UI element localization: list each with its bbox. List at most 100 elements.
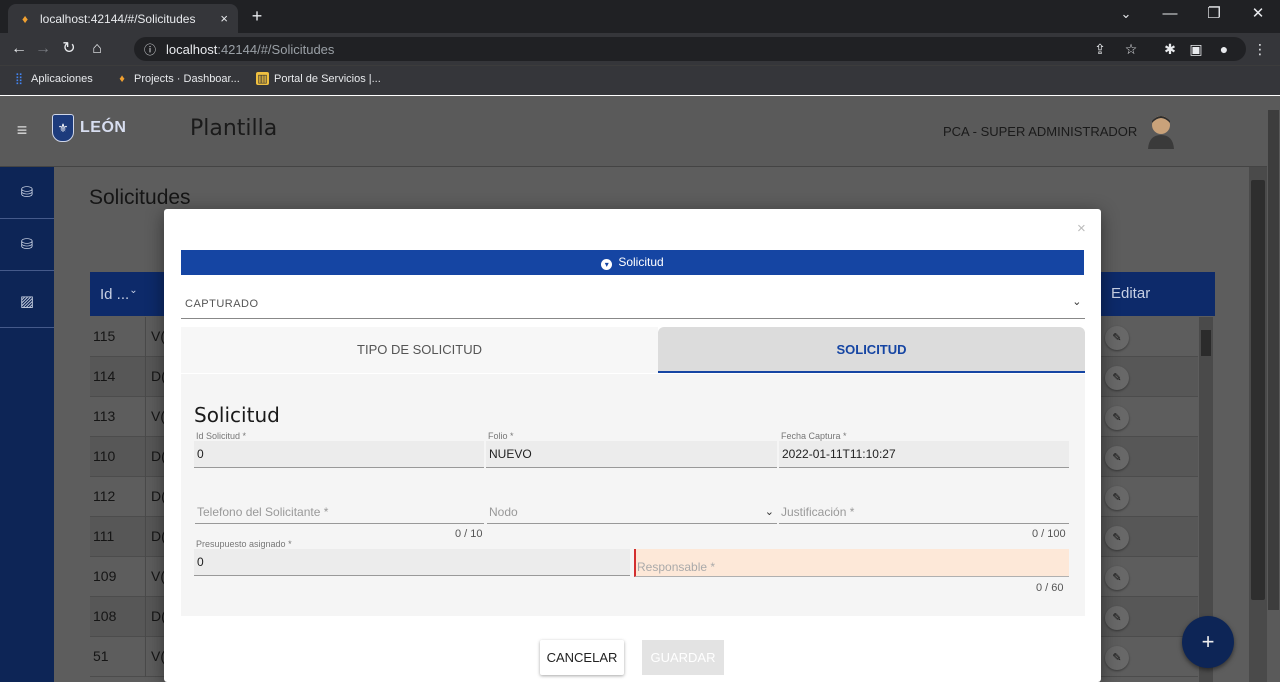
edit-pencil-icon[interactable]: ✎ (1105, 526, 1129, 550)
bookmark-portal[interactable]: ▥ Portal de Servicios |... (256, 72, 381, 85)
new-tab-button[interactable]: + (246, 5, 268, 27)
address-bar[interactable]: ⓘ localhost:42144/#/Solicitudes (134, 37, 1246, 61)
home-icon[interactable]: ⌂ (86, 38, 108, 60)
responsable-counter: 0 / 60 (1036, 582, 1064, 594)
modal-close-icon[interactable]: × (1077, 220, 1086, 237)
logo-text: LEÓN (80, 119, 127, 136)
edit-pencil-icon[interactable]: ✎ (1105, 446, 1129, 470)
status-select[interactable]: CAPTURADO ⌄ (181, 292, 1085, 319)
edit-pencil-icon[interactable]: ✎ (1105, 366, 1129, 390)
section-header-bar[interactable]: ▾ Solicitud (181, 250, 1084, 275)
sort-chevron-icon[interactable]: ⌄ (129, 285, 137, 296)
row-id: 113 (93, 408, 116, 424)
avatar[interactable] (1145, 113, 1177, 149)
row-desc: V( (151, 328, 165, 344)
row-desc: V( (151, 568, 165, 584)
fecha-captura-field[interactable]: 2022-01-11T11:10:27 (779, 441, 1069, 468)
edit-pencil-icon[interactable]: ✎ (1105, 486, 1129, 510)
minimize-button[interactable]: — (1148, 0, 1192, 30)
edit-pencil-icon[interactable]: ✎ (1105, 406, 1129, 430)
justificacion-counter: 0 / 100 (1032, 528, 1066, 540)
nodo-select[interactable]: Nodo ⌄ (487, 500, 777, 524)
tab-tipo-solicitud[interactable]: TIPO DE SOLICITUD (181, 327, 658, 373)
edit-pencil-icon[interactable]: ✎ (1105, 606, 1129, 630)
tab-close-icon[interactable]: × (220, 11, 228, 26)
bookmark-label: Aplicaciones (31, 73, 93, 85)
presupuesto-label: Presupuesto asignado * (196, 539, 292, 549)
row-id: 110 (93, 448, 116, 464)
fecha-captura-label: Fecha Captura * (781, 431, 847, 441)
app-logo: ⚜ LEÓN (52, 110, 142, 146)
site-info-icon[interactable]: ⓘ (144, 41, 156, 58)
row-id: 115 (93, 328, 116, 344)
sidepanel-icon[interactable]: ▣ (1186, 38, 1206, 60)
project-icon: ♦ (119, 73, 125, 85)
extensions-icon[interactable]: ✱ (1160, 38, 1180, 60)
row-desc: V( (151, 648, 165, 664)
back-icon[interactable]: ← (8, 38, 30, 60)
bookmark-aplicaciones[interactable]: ⣿ Aplicaciones (12, 72, 93, 86)
browser-tab-title: localhost:42144/#/Solicitudes (40, 11, 196, 26)
telefono-counter: 0 / 10 (455, 528, 483, 540)
share-icon[interactable]: ⇪ (1090, 38, 1110, 60)
id-solicitud-label: Id Solicitud * (196, 431, 247, 441)
chevron-down-icon: ⌄ (1072, 296, 1082, 308)
status-value: CAPTURADO (185, 298, 259, 310)
bookmark-projects[interactable]: ♦ Projects · Dashboar... (115, 72, 240, 86)
shield-logo-icon: ⚜ (52, 114, 74, 142)
chevron-down-icon: ▾ (601, 259, 613, 270)
responsable-input[interactable]: Responsable * (634, 549, 1069, 577)
edit-pencil-icon[interactable]: ✎ (1105, 646, 1129, 670)
cancel-button[interactable]: CANCELAR (540, 640, 624, 675)
browser-tab[interactable]: ♦ localhost:42144/#/Solicitudes × (8, 4, 238, 33)
justificacion-input[interactable]: Justificación * (779, 500, 1069, 524)
table-scroll-thumb[interactable] (1201, 330, 1211, 356)
restore-button[interactable]: ❐ (1192, 0, 1236, 30)
row-id: 114 (93, 368, 116, 384)
folio-field[interactable]: NUEVO (486, 441, 777, 468)
forward-icon[interactable]: → (32, 38, 54, 60)
row-id: 112 (93, 488, 116, 504)
id-solicitud-field[interactable]: 0 (194, 441, 484, 468)
save-button[interactable]: GUARDAR (642, 640, 724, 675)
column-edit-header: Editar (1111, 285, 1151, 302)
favicon-icon: ♦ (21, 11, 29, 26)
profile-icon[interactable]: ● (1214, 38, 1234, 60)
section-header-label: Solicitud (618, 255, 664, 269)
apps-grid-icon: ⣿ (14, 73, 24, 85)
bookmark-star-icon[interactable]: ☆ (1121, 38, 1141, 60)
menu-icon[interactable]: ⋮ (1250, 38, 1270, 60)
solicitud-form (181, 374, 1085, 616)
portal-icon: ▥ (256, 72, 269, 85)
tab-list-button[interactable]: ⌄ (1104, 0, 1148, 30)
url-path: :42144/#/Solicitudes (217, 41, 335, 57)
presupuesto-field[interactable]: 0 (194, 549, 630, 576)
row-id: 109 (93, 568, 117, 584)
reload-icon[interactable]: ↻ (58, 38, 80, 60)
bookmark-label: Projects · Dashboar... (134, 73, 240, 85)
page-title: Solicitudes (89, 186, 191, 209)
close-window-button[interactable]: ✕ (1236, 0, 1280, 30)
hamburger-menu-icon[interactable]: ≡ (12, 120, 32, 140)
tab-solicitud[interactable]: SOLICITUD (658, 327, 1085, 373)
telefono-input[interactable]: Telefono del Solicitante * (195, 500, 484, 524)
row-desc: V( (151, 408, 165, 424)
nodo-placeholder: Nodo (489, 505, 518, 519)
url-host: localhost (166, 41, 218, 57)
column-id-header[interactable]: Id ...⌄ (100, 285, 138, 303)
database-icon[interactable]: ⛁ (0, 167, 54, 219)
add-fab-button[interactable]: + (1182, 616, 1234, 668)
app-title: Plantilla (190, 116, 278, 141)
image-icon[interactable]: ▨ (0, 276, 54, 328)
row-id: 111 (93, 528, 115, 544)
database-icon[interactable]: ⛁ (0, 219, 54, 271)
window-scroll-thumb[interactable] (1268, 110, 1279, 610)
row-id: 108 (93, 608, 117, 624)
page-scroll-thumb[interactable] (1251, 180, 1265, 600)
folio-label: Folio * (488, 431, 514, 441)
edit-pencil-icon[interactable]: ✎ (1105, 566, 1129, 590)
chevron-down-icon: ⌄ (764, 506, 774, 518)
user-name: PCA - SUPER ADMINISTRADOR (943, 124, 1138, 139)
form-title: Solicitud (194, 403, 280, 427)
edit-pencil-icon[interactable]: ✎ (1105, 326, 1129, 350)
